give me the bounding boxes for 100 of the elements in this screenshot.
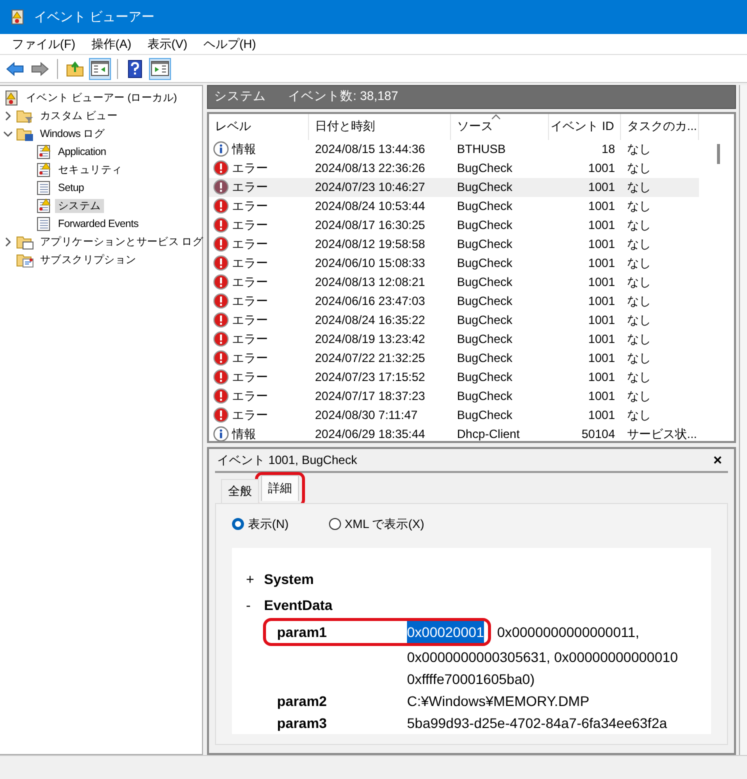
tab[interactable]: 詳細 [261,475,299,501]
tree-item[interactable]: イベント ビューアー (ローカル) [23,91,180,105]
source-cell-text: BugCheck [456,161,514,175]
column-header[interactable]: タスクのカ... [621,114,699,140]
source-cell-text: Dhcp-Client [456,427,521,441]
tree-item[interactable]: Forwarded Events [55,218,142,230]
event-row[interactable]: エラー 2024/07/23 10:46:27 BugCheck 1001 なし [209,178,699,196]
error-icon [213,312,229,328]
event-row[interactable]: エラー 2024/08/17 16:30:25 BugCheck 1001 なし [209,216,699,234]
event-id-cell-text: 1001 [587,389,616,403]
expand-chevron-icon[interactable] [3,237,13,247]
event-row[interactable]: エラー 2024/06/16 23:47:03 BugCheck 1001 なし [209,292,699,310]
menu-item[interactable]: ファイル(F) [4,36,84,52]
event-id-cell-text: 1001 [587,180,616,194]
error-icon [213,274,229,290]
error-icon [213,255,229,271]
event-row[interactable]: 情報 2024/08/15 13:44:36 BTHUSB 18 なし [209,140,699,158]
level-text: エラー [232,350,268,366]
folder-window-icon [16,234,34,250]
event-row[interactable]: エラー 2024/08/19 13:23:42 BugCheck 1001 なし [209,330,699,348]
event-row[interactable]: エラー 2024/06/10 15:08:33 BugCheck 1001 なし [209,254,699,272]
log-name: システム [214,88,266,106]
event-id-cell-text: 18 [600,142,616,156]
toolbar-button[interactable] [149,58,171,80]
column-header[interactable]: イベント ID [549,114,621,140]
tree-item[interactable]: アプリケーションとサービス ログ [37,235,206,249]
tab[interactable]: 全般 [221,479,259,503]
task-category-cell-text: なし [626,388,652,404]
event-row[interactable]: エラー 2024/07/17 18:37:23 BugCheck 1001 なし [209,386,699,406]
source-cell-text: BugCheck [456,237,514,251]
column-header[interactable]: ソース [451,114,549,140]
menu-item[interactable]: 操作(A) [83,36,140,52]
toolbar-button[interactable] [89,58,111,80]
event-id-cell-text: 1001 [587,218,616,232]
event-row[interactable]: エラー 2024/08/13 12:08:21 BugCheck 1001 なし [209,272,699,292]
param-value: 0x0000000000305631, 0x00000000000010 [407,648,679,667]
tree-item[interactable]: Windows ログ [37,127,108,141]
event-viewer-icon [4,90,20,106]
source-cell-text: BugCheck [456,199,514,213]
date-cell-text: 2024/06/16 23:47:03 [314,294,426,308]
level-text: エラー [232,368,268,386]
error-icon [213,179,229,195]
source-cell-text: BugCheck [456,275,514,289]
source-cell-text: BugCheck [456,389,514,403]
task-category-cell-text: なし [626,198,652,214]
event-row[interactable]: エラー 2024/08/24 10:53:44 BugCheck 1001 なし [209,196,699,216]
forward-arrow-icon [31,62,49,76]
help-icon [128,60,142,78]
tree-item[interactable]: カスタム ビュー [37,109,121,123]
tree-item[interactable]: Setup [55,182,87,194]
expand-chevron-icon[interactable] [3,111,13,121]
event-viewer-icon [10,9,26,25]
error-icon [213,369,229,385]
level-text: エラー [232,406,268,424]
level-text: エラー [232,216,268,234]
task-category-cell-text: なし [626,254,652,272]
level-text: エラー [232,254,268,272]
tree-item[interactable]: セキュリティ [55,163,126,177]
param-value: 5ba99d93-d25e-4702-84a7-6fa34ee63f2a [407,714,668,733]
collapse-chevron-icon[interactable] [3,129,13,139]
info-icon [213,141,229,157]
event-row[interactable]: エラー 2024/07/23 17:15:52 BugCheck 1001 なし [209,368,699,386]
column-header[interactable]: レベル [209,114,309,140]
param-value: 0xffffe70001605ba0) [407,670,536,689]
task-category-cell-text: なし [626,140,652,158]
source-cell-text: BTHUSB [456,142,507,156]
toggle-sign[interactable]: - [246,597,254,613]
view-radio[interactable]: 表示(N) [232,516,289,532]
close-button[interactable]: × [709,452,726,468]
event-row[interactable]: エラー 2024/08/12 19:58:58 BugCheck 1001 なし [209,234,699,254]
level-text: エラー [232,388,268,404]
level-text: エラー [232,312,268,328]
toggle-sign[interactable]: + [246,571,254,587]
menu-item[interactable]: 表示(V) [139,36,196,52]
source-cell-text: BugCheck [456,332,514,346]
event-row[interactable]: 情報 2024/06/29 18:35:44 Dhcp-Client 50104 サービス状... [209,424,699,441]
event-row[interactable]: エラー 2024/08/13 22:36:26 BugCheck 1001 なし [209,158,699,178]
event-id-cell-text: 1001 [587,294,616,308]
tree-item[interactable]: Application [55,146,110,158]
param-name: param3 [277,714,328,733]
param-name: param1 [277,623,328,642]
log-icon [36,216,52,232]
event-row[interactable]: エラー 2024/08/24 16:35:22 BugCheck 1001 なし [209,310,699,330]
param-name: param2 [277,692,328,711]
folder-up-icon [66,60,84,76]
column-header[interactable]: 日付と時刻 [309,114,451,140]
tree-item[interactable]: システム [55,199,104,213]
tree-item[interactable]: サブスクリプション [37,253,140,267]
level-text: エラー [232,330,268,348]
error-icon [213,388,229,404]
event-row[interactable]: エラー 2024/07/22 21:32:25 BugCheck 1001 なし [209,348,699,368]
level-text: エラー [232,274,268,290]
detail-title: イベント 1001, BugCheck [217,452,358,468]
selected-text: 0x00020001 [407,621,484,643]
scrollbar-thumb[interactable] [717,144,720,164]
level-text: 情報 [232,426,256,441]
menu-item[interactable]: ヘルプ(H) [195,36,264,52]
event-row[interactable]: エラー 2024/08/30 7:11:47 BugCheck 1001 なし [209,406,699,424]
event-id-cell-text: 1001 [587,351,616,365]
view-radio[interactable]: XML で表示(X) [328,516,424,532]
